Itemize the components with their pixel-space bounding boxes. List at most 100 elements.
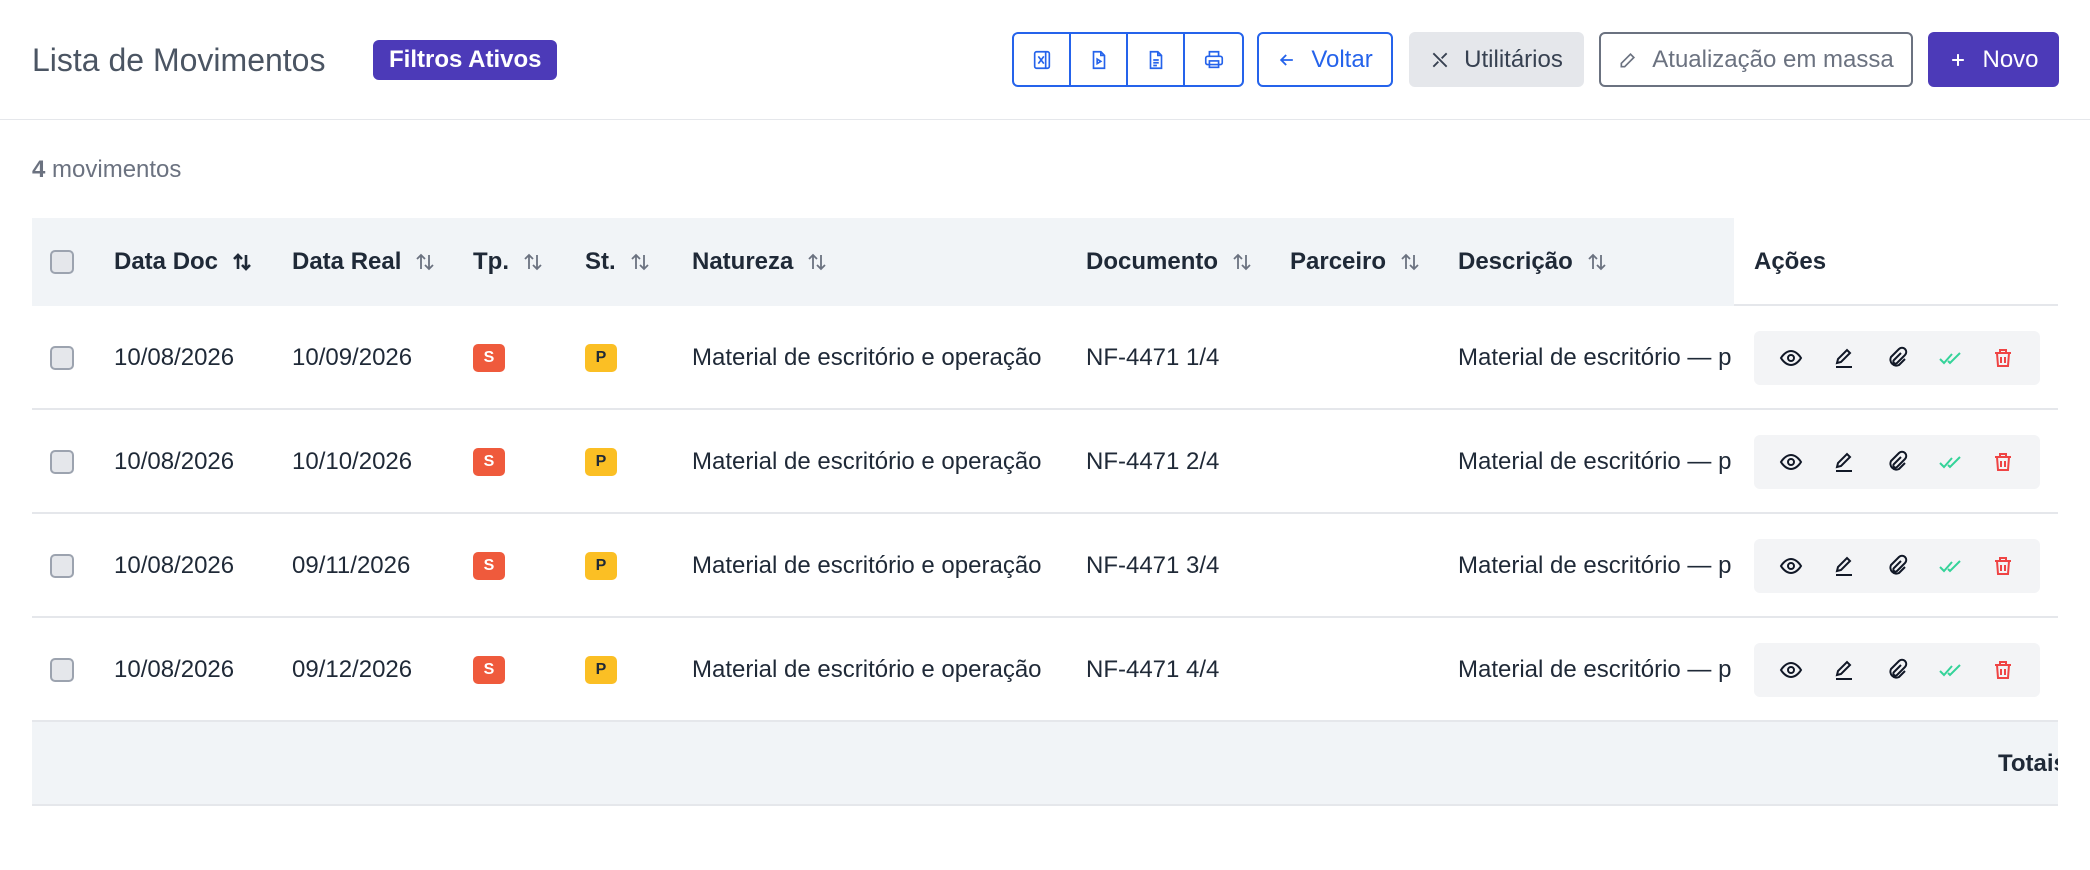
tools-icon <box>1432 52 1448 67</box>
column-label: Parceiro <box>1290 248 1387 275</box>
double-check-icon <box>1939 352 1961 365</box>
paperclip-icon <box>1889 346 1908 367</box>
table-header: Data Doc Data Real Tp. St. Natureza Docu… <box>32 218 2058 306</box>
column-header-acoes: Ações <box>1754 218 1826 306</box>
column-header-data-real[interactable]: Data Real <box>292 218 437 306</box>
eye-icon <box>1779 453 1802 471</box>
table-row[interactable]: 10/08/2026 10/10/2026 S P Material de es… <box>32 410 2058 514</box>
delete-button[interactable] <box>1983 442 2023 482</box>
column-header-documento[interactable]: Documento <box>1086 218 1254 306</box>
attach-button[interactable] <box>1877 442 1917 482</box>
row-actions <box>1754 643 2040 697</box>
eye-icon <box>1779 661 1802 679</box>
column-header-natureza[interactable]: Natureza <box>692 218 829 306</box>
pencil-icon <box>1620 52 1636 67</box>
delete-button[interactable] <box>1983 650 2023 690</box>
records-count: 4 movimentos <box>32 155 181 185</box>
status-badge: P <box>585 552 617 580</box>
paperclip-icon <box>1889 658 1908 679</box>
export-pdf-button[interactable] <box>1071 34 1128 85</box>
column-label: Natureza <box>692 248 794 275</box>
column-label: Ações <box>1754 248 1827 275</box>
row-checkbox[interactable] <box>50 554 74 578</box>
print-button[interactable] <box>1185 34 1242 85</box>
view-button[interactable] <box>1771 338 1811 378</box>
cell-data-doc: 10/08/2026 <box>114 656 235 683</box>
edit-button[interactable] <box>1824 650 1864 690</box>
approve-button[interactable] <box>1930 546 1970 586</box>
view-button[interactable] <box>1771 546 1811 586</box>
approve-button[interactable] <box>1930 442 1970 482</box>
attach-button[interactable] <box>1877 650 1917 690</box>
table-row[interactable]: 10/08/2026 09/11/2026 S P Material de es… <box>32 514 2058 618</box>
row-checkbox[interactable] <box>50 450 74 474</box>
delete-button[interactable] <box>1983 338 2023 378</box>
edit-button[interactable] <box>1824 338 1864 378</box>
paperclip-icon <box>1889 554 1908 575</box>
sort-icon[interactable] <box>413 250 437 274</box>
active-filters-badge[interactable]: Filtros Ativos <box>373 40 558 80</box>
eye-icon <box>1779 349 1802 367</box>
cell-data-doc: 10/08/2026 <box>114 448 235 475</box>
page-header: Lista de Movimentos Filtros Ativos Volta… <box>0 0 2090 120</box>
row-checkbox[interactable] <box>50 658 74 682</box>
column-label: Descrição <box>1458 248 1573 275</box>
utilities-button[interactable]: Utilitários <box>1409 32 1584 87</box>
select-all-checkbox[interactable] <box>50 250 74 274</box>
new-button[interactable]: Novo <box>1928 32 2059 87</box>
arrow-left-icon <box>1280 53 1294 66</box>
table-row[interactable]: 10/08/2026 10/09/2026 S P Material de es… <box>32 306 2058 410</box>
trash-icon <box>1995 661 2012 679</box>
sort-icon[interactable] <box>230 250 254 274</box>
sort-icon[interactable] <box>1398 250 1422 274</box>
excel-icon <box>1033 50 1050 69</box>
page-title: Lista de Movimentos <box>32 42 326 78</box>
export-text-button[interactable] <box>1128 34 1185 85</box>
cell-data-real: 09/11/2026 <box>292 552 411 579</box>
column-header-descricao[interactable]: Descrição <box>1458 218 1609 306</box>
sort-icon[interactable] <box>521 250 545 274</box>
table-footer: Totais <box>32 722 2058 806</box>
sort-icon[interactable] <box>628 250 652 274</box>
sort-icon[interactable] <box>1585 250 1609 274</box>
cell-data-real: 10/09/2026 <box>292 344 413 371</box>
column-label: Documento <box>1086 248 1218 275</box>
tipo-badge: S <box>473 656 505 684</box>
sort-icon[interactable] <box>1230 250 1254 274</box>
table-row[interactable]: 10/08/2026 09/12/2026 S P Material de es… <box>32 618 2058 722</box>
mass-update-button[interactable]: Atualização em massa <box>1599 32 1913 87</box>
view-button[interactable] <box>1771 442 1811 482</box>
pdf-file-icon <box>1092 50 1105 69</box>
column-label: Tp. <box>473 248 509 275</box>
column-header-parceiro[interactable]: Parceiro <box>1290 218 1422 306</box>
tipo-badge: S <box>473 344 505 372</box>
sort-icon[interactable] <box>805 250 829 274</box>
cell-natureza: Material de escritório e operação <box>692 344 1042 371</box>
attach-button[interactable] <box>1877 338 1917 378</box>
eye-icon <box>1779 557 1802 575</box>
attach-button[interactable] <box>1877 546 1917 586</box>
cell-descricao: Material de escritório — p <box>1458 448 1732 475</box>
cell-data-real: 09/12/2026 <box>292 656 413 683</box>
edit-button[interactable] <box>1824 546 1864 586</box>
text-file-icon <box>1149 50 1162 69</box>
utilities-button-label: Utilitários <box>1464 45 1563 73</box>
cell-data-real: 10/10/2026 <box>292 448 413 475</box>
view-button[interactable] <box>1771 650 1811 690</box>
printer-icon <box>1204 50 1223 68</box>
trash-icon <box>1995 349 2012 367</box>
approve-button[interactable] <box>1930 338 1970 378</box>
approve-button[interactable] <box>1930 650 1970 690</box>
column-header-status[interactable]: St. <box>585 218 652 306</box>
export-excel-button[interactable] <box>1014 34 1071 85</box>
column-header-data-doc[interactable]: Data Doc <box>114 218 254 306</box>
paperclip-icon <box>1889 450 1908 471</box>
delete-button[interactable] <box>1983 546 2023 586</box>
back-button[interactable]: Voltar <box>1257 32 1393 87</box>
column-header-tipo[interactable]: Tp. <box>473 218 545 306</box>
row-checkbox[interactable] <box>50 346 74 370</box>
edit-button[interactable] <box>1824 442 1864 482</box>
column-label: St. <box>585 248 616 275</box>
trash-icon <box>1995 453 2012 471</box>
cell-documento: NF-4471 2/4 <box>1086 448 1220 475</box>
